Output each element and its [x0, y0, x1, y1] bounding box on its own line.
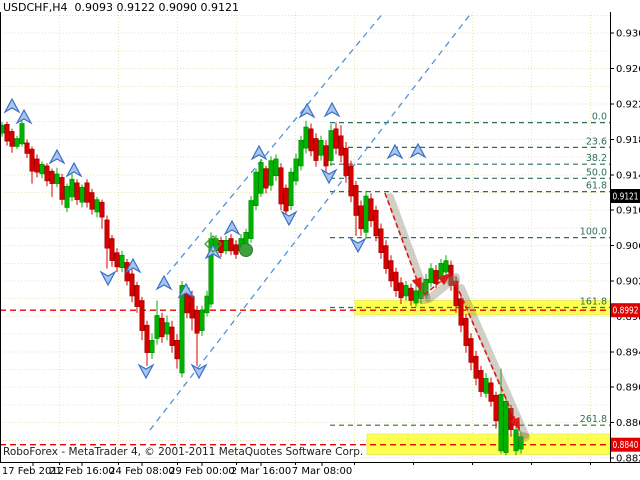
svg-text:0.8840: 0.8840: [613, 440, 639, 451]
chart-title: USDCHF,H4 0.9093 0.9122 0.9090 0.9121: [3, 1, 239, 14]
svg-text:0.8992: 0.8992: [613, 306, 639, 317]
svg-text:24 Feb 08:00: 24 Feb 08:00: [109, 466, 175, 477]
trend-channel[interactable]: [150, 12, 472, 430]
entry-dot-marker: [240, 244, 253, 257]
chart-frame: [0, 12, 640, 466]
svg-text:21 Feb 16:00: 21 Feb 16:00: [49, 466, 115, 477]
svg-text:0.9025: 0.9025: [616, 277, 640, 288]
svg-text:0.8905: 0.8905: [616, 383, 640, 394]
fib-level-label: 61.8: [586, 181, 607, 192]
broker-watermark: RoboForex - MetaTrader 4, © 2001-2011 Me…: [3, 446, 363, 458]
svg-text:0.9225: 0.9225: [616, 100, 640, 111]
svg-text:0.9305: 0.9305: [616, 29, 640, 40]
svg-text:0.9065: 0.9065: [616, 241, 640, 252]
svg-text:7 Mar 08:00: 7 Mar 08:00: [292, 466, 352, 477]
grid-lines: [0, 12, 610, 462]
fractal-down-icons: [101, 170, 365, 378]
svg-text:0.9265: 0.9265: [616, 64, 640, 75]
time-axis-labels: 17 Feb 201221 Feb 16:0024 Feb 08:0029 Fe…: [2, 466, 352, 477]
fibonacci-retracement[interactable]: 0.0 23.6 38.2 50.0 61.8 100.0 161.8 261.8: [330, 112, 610, 426]
fib-level-label: 261.8: [580, 414, 607, 425]
mt4-chart-window: 0.0 23.6 38.2 50.0 61.8 100.0 161.8 261.8 0.9305…: [0, 0, 640, 480]
svg-text:0.9121: 0.9121: [613, 192, 639, 203]
fib-level-label: 23.6: [586, 136, 607, 147]
svg-text:0.9185: 0.9185: [616, 135, 640, 146]
chart-canvas[interactable]: 0.0 23.6 38.2 50.0 61.8 100.0 161.8 261.8 0.9305…: [0, 0, 640, 480]
fib-level-label: 50.0: [586, 167, 607, 178]
price-axis-labels: 0.9305 0.9265 0.9225 0.9185 0.9145 0.9105 0.90…: [616, 29, 640, 465]
fib-level-label: 0.0: [592, 112, 607, 123]
svg-text:0.8865: 0.8865: [616, 418, 640, 429]
svg-text:0.9105: 0.9105: [616, 206, 640, 217]
svg-text:2 Mar 16:00: 2 Mar 16:00: [231, 466, 291, 477]
fib-level-label: 38.2: [586, 153, 607, 164]
svg-text:0.8945: 0.8945: [616, 347, 640, 358]
fib-level-label: 100.0: [580, 227, 607, 238]
svg-text:0.8825: 0.8825: [616, 454, 640, 465]
svg-text:29 Feb 00:00: 29 Feb 00:00: [169, 466, 235, 477]
svg-text:0.9145: 0.9145: [616, 170, 640, 181]
fib-level-label: 161.8: [580, 297, 607, 308]
